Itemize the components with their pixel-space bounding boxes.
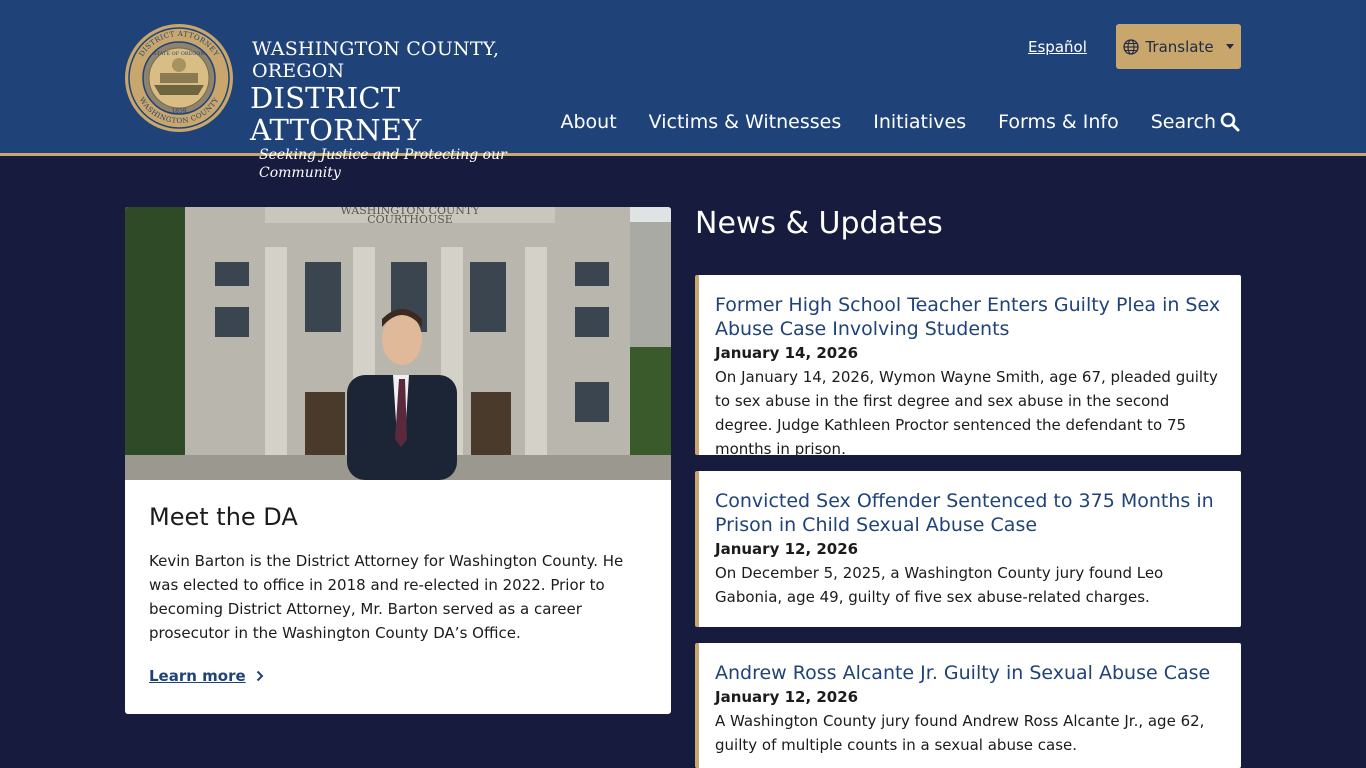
learn-more-label: Learn more — [149, 667, 246, 685]
news-item-title[interactable]: Convicted Sex Offender Sentenced to 375 … — [715, 489, 1223, 537]
translate-label: Translate — [1145, 37, 1214, 56]
nav-victims-witnesses[interactable]: Victims & Witnesses — [649, 108, 842, 136]
news-item-title[interactable]: Former High School Teacher Enters Guilty… — [715, 293, 1223, 341]
nav-victims-witnesses-label: Victims & Witnesses — [648, 111, 842, 133]
meet-the-da-heading: Meet the DA — [149, 503, 298, 531]
seal-logo[interactable]: DISTRICT ATTORNEY WASHINGTON COUNTY STAT… — [124, 23, 234, 133]
news-item-date: January 12, 2026 — [715, 688, 859, 706]
nav-search-label: Search — [1150, 111, 1216, 133]
news-item: Convicted Sex Offender Sentenced to 375 … — [695, 471, 1241, 627]
news-item-date: January 14, 2026 — [715, 344, 859, 362]
search-icon — [1220, 112, 1240, 132]
site-header: DISTRICT ATTORNEY WASHINGTON COUNTY STAT… — [0, 0, 1366, 181]
nav-initiatives[interactable]: Initiatives — [873, 108, 966, 136]
news-item-date: January 12, 2026 — [715, 540, 859, 558]
seal-year: 1859 — [171, 108, 186, 115]
site-brand[interactable]: WASHINGTON COUNTY, OREGON DISTRICT ATTOR… — [250, 38, 570, 182]
news-item: Former High School Teacher Enters Guilty… — [695, 275, 1241, 458]
brand-tagline: Seeking Justice and Protecting our Commu… — [259, 147, 507, 181]
nav-search[interactable]: Search — [1151, 108, 1240, 136]
globe-icon — [1123, 38, 1140, 55]
main-nav: About Victims & Witnesses Initiatives Fo… — [560, 108, 1240, 136]
news-item-summary: On January 14, 2026, Wymon Wayne Smith, … — [715, 368, 1218, 458]
news-item-summary: On December 5, 2025, a Washington County… — [715, 564, 1164, 606]
seal-text-state: STATE OF OREGON — [153, 51, 205, 57]
brand-county: WASHINGTON COUNTY, OREGON — [252, 38, 500, 82]
nav-about[interactable]: About — [560, 108, 616, 136]
da-courthouse-photo: WASHINGTON COUNTY COURTHOUSE — [125, 207, 671, 480]
chevron-right-icon — [256, 670, 264, 682]
espanol-link[interactable]: Español — [1028, 38, 1087, 56]
learn-more-link[interactable]: Learn more — [149, 667, 264, 685]
nav-forms-info[interactable]: Forms & Info — [998, 108, 1119, 136]
nav-forms-info-label: Forms & Info — [998, 111, 1119, 133]
meet-the-da-card: WASHINGTON COUNTY COURTHOUSE Meet the DA… — [125, 207, 671, 714]
nav-initiatives-label: Initiatives — [873, 111, 967, 133]
da-bio: Kevin Barton is the District Attorney fo… — [149, 552, 624, 642]
caret-down-icon — [1225, 44, 1234, 49]
photo-sign-line2: COURTHOUSE — [367, 213, 453, 226]
translate-button[interactable]: Translate — [1116, 24, 1241, 69]
nav-about-label: About — [560, 111, 617, 133]
news-item-summary: A Washington County jury found Andrew Ro… — [715, 712, 1205, 754]
news-item-title[interactable]: Andrew Ross Alcante Jr. Guilty in Sexual… — [715, 661, 1223, 685]
news-item: Andrew Ross Alcante Jr. Guilty in Sexual… — [695, 643, 1241, 768]
brand-title: DISTRICT ATTORNEY — [250, 81, 422, 147]
news-heading: News & Updates — [695, 206, 943, 241]
